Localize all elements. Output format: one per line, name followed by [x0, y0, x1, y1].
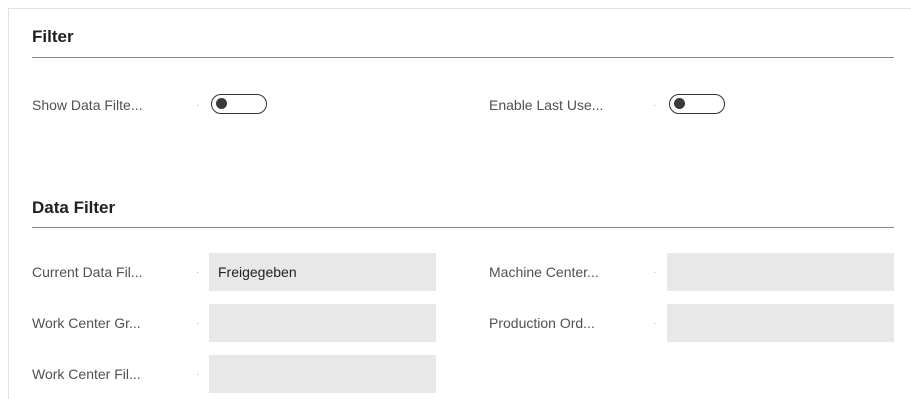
toggle-knob	[674, 98, 685, 109]
field-separator-dot: ·	[196, 100, 200, 111]
production-order-field[interactable]	[667, 304, 894, 342]
current-data-filter-label: Current Data Fil...	[32, 264, 143, 280]
enable-last-used-toggle[interactable]	[669, 94, 725, 114]
current-data-filter-field[interactable]: Freigegeben	[209, 253, 436, 291]
enable-last-used-label: Enable Last Use...	[489, 97, 604, 113]
work-center-group-label: Work Center Gr...	[32, 315, 141, 331]
show-data-filter-toggle[interactable]	[211, 94, 267, 114]
filter-section-divider	[32, 57, 894, 58]
toggle-knob	[216, 98, 227, 109]
machine-center-label: Machine Center...	[489, 264, 599, 280]
show-data-filter-label: Show Data Filte...	[32, 97, 143, 113]
field-separator-dot: ·	[196, 369, 200, 380]
work-center-filter-label: Work Center Fil...	[32, 366, 141, 382]
machine-center-field[interactable]	[667, 253, 894, 291]
data-filter-section-title: Data Filter	[32, 198, 116, 217]
field-separator-dot: ·	[653, 318, 657, 329]
field-separator-dot: ·	[196, 267, 200, 278]
production-order-label: Production Ord...	[489, 315, 595, 331]
work-center-filter-field[interactable]	[209, 355, 436, 393]
work-center-group-field[interactable]	[209, 304, 436, 342]
field-separator-dot: ·	[653, 267, 657, 278]
data-filter-section-divider	[32, 227, 894, 228]
field-separator-dot: ·	[196, 318, 200, 329]
field-separator-dot: ·	[653, 100, 657, 111]
filter-section-title: Filter	[32, 27, 74, 46]
